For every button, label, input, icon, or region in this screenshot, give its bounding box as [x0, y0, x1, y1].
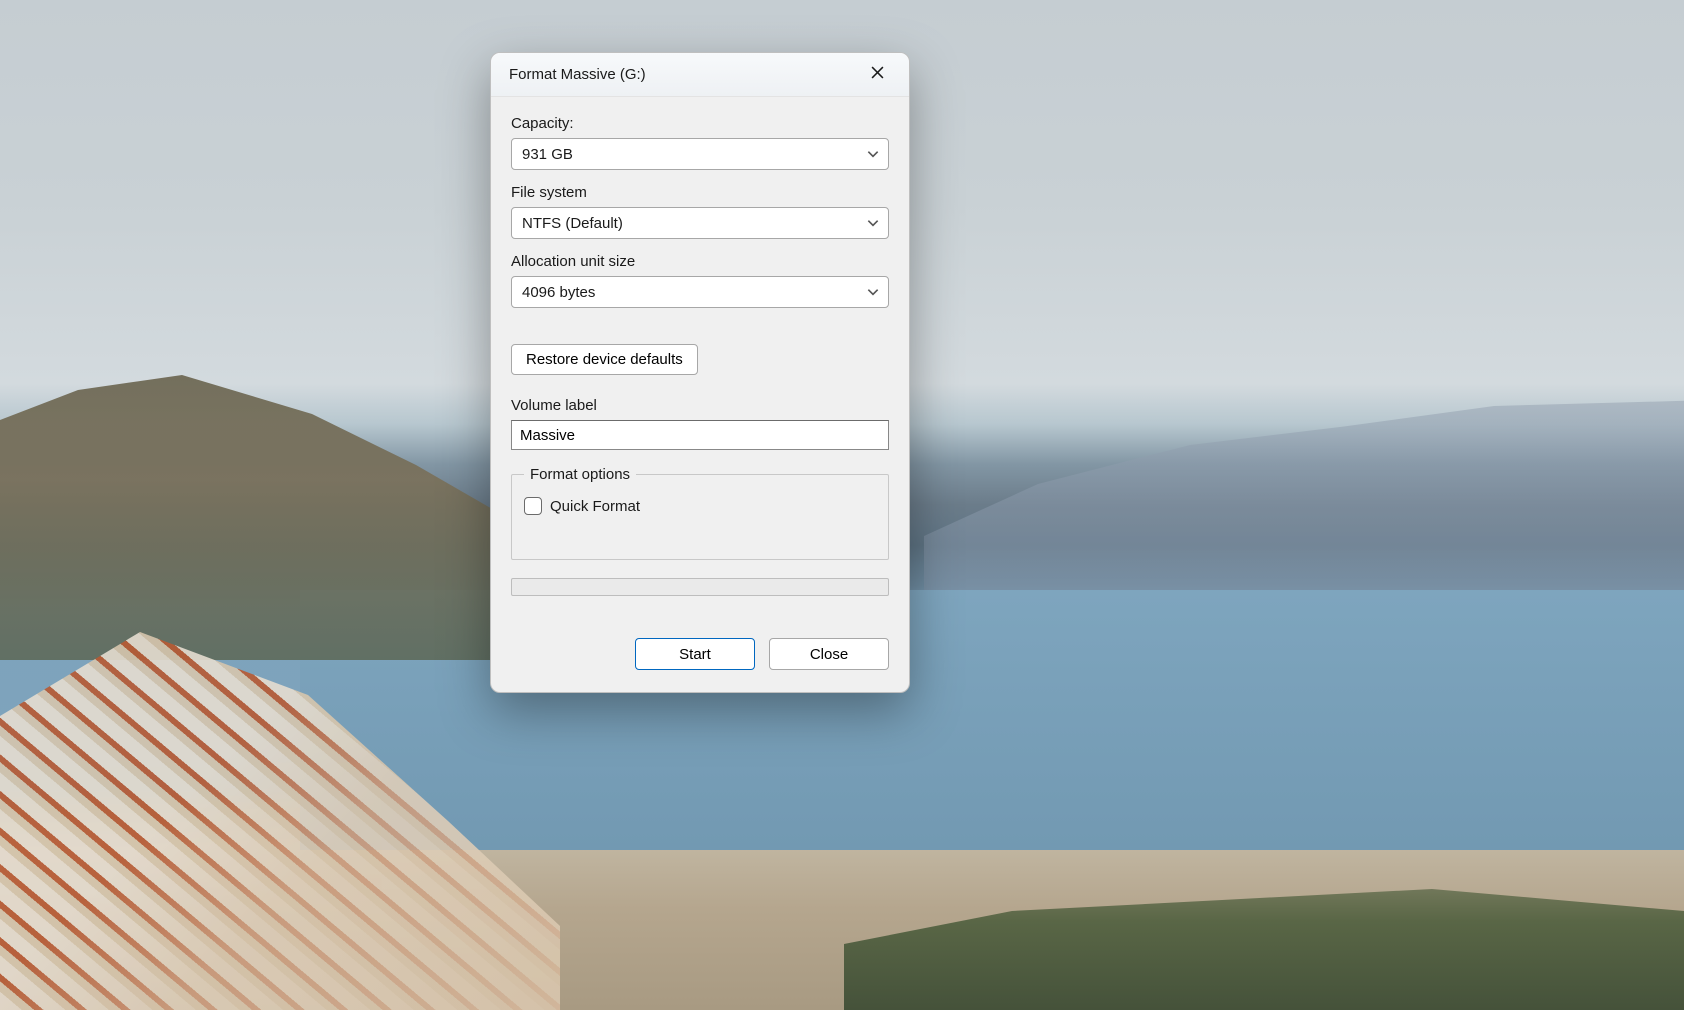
allocation-field: Allocation unit size 4096 bytes [511, 253, 889, 308]
close-icon [871, 66, 884, 83]
format-progress-bar [511, 578, 889, 596]
chevron-down-icon [866, 285, 880, 299]
filesystem-select[interactable]: NTFS (Default) [511, 207, 889, 239]
title-bar[interactable]: Format Massive (G:) [491, 53, 909, 97]
dialog-body: Capacity: 931 GB File system NTFS (Defau… [491, 97, 909, 692]
allocation-label: Allocation unit size [511, 253, 889, 270]
volume-label-field: Volume label [511, 397, 889, 450]
dialog-button-row: Start Close [511, 638, 889, 670]
capacity-field: Capacity: 931 GB [511, 115, 889, 170]
close-dialog-button[interactable]: Close [769, 638, 889, 670]
filesystem-field: File system NTFS (Default) [511, 184, 889, 239]
chevron-down-icon [866, 147, 880, 161]
format-options-legend: Format options [524, 466, 636, 483]
quick-format-label: Quick Format [550, 498, 640, 515]
volume-label: Volume label [511, 397, 889, 414]
wallpaper-layer [0, 360, 520, 660]
allocation-select[interactable]: 4096 bytes [511, 276, 889, 308]
quick-format-checkbox[interactable] [524, 497, 542, 515]
restore-defaults-button[interactable]: Restore device defaults [511, 344, 698, 375]
start-button[interactable]: Start [635, 638, 755, 670]
allocation-value: 4096 bytes [522, 284, 595, 301]
filesystem-value: NTFS (Default) [522, 215, 623, 232]
filesystem-label: File system [511, 184, 889, 201]
dialog-title: Format Massive (G:) [509, 66, 646, 83]
capacity-label: Capacity: [511, 115, 889, 132]
format-dialog: Format Massive (G:) Capacity: 931 GB [490, 52, 910, 693]
capacity-select[interactable]: 931 GB [511, 138, 889, 170]
desktop-wallpaper: Format Massive (G:) Capacity: 931 GB [0, 0, 1684, 1010]
format-options-group: Format options Quick Format [511, 466, 889, 560]
chevron-down-icon [866, 216, 880, 230]
volume-label-input[interactable] [511, 420, 889, 450]
capacity-value: 931 GB [522, 146, 573, 163]
quick-format-row[interactable]: Quick Format [524, 497, 876, 515]
close-button[interactable] [859, 60, 895, 90]
